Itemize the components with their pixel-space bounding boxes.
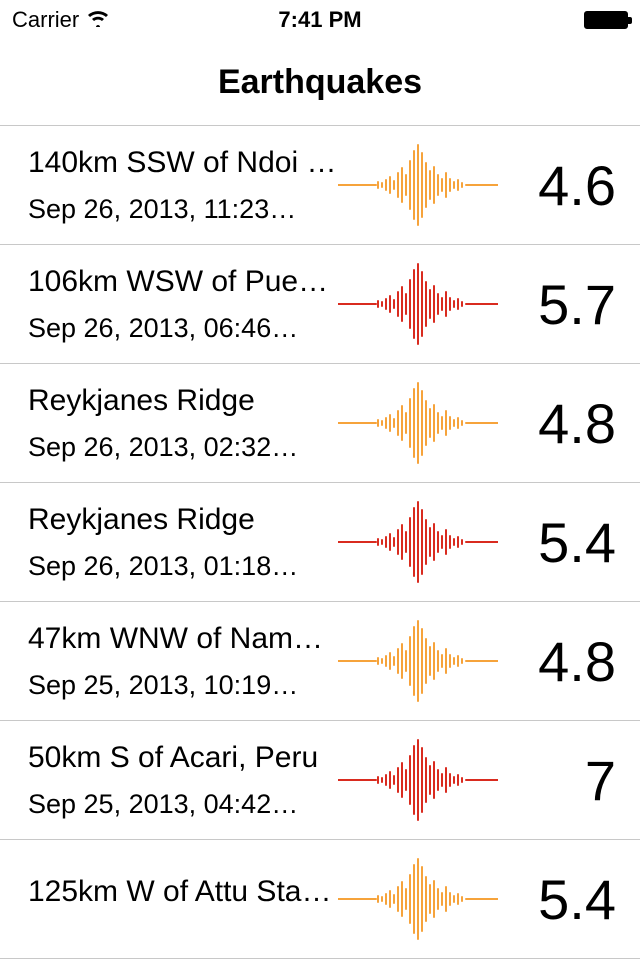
earthquake-location: 47km WNW of Namatana… (28, 622, 338, 656)
earthquake-date: Sep 25, 2013, 10:19… (28, 670, 338, 701)
earthquake-location: 140km SSW of Ndoi Islan… (28, 146, 338, 180)
seismic-wave-icon (338, 854, 498, 944)
table-row[interactable]: Reykjanes Ridge Sep 26, 2013, 01:18… 5.4 (0, 483, 640, 602)
row-text: Reykjanes Ridge Sep 26, 2013, 02:32… (28, 384, 338, 463)
earthquake-magnitude: 4.6 (498, 153, 626, 218)
table-row[interactable]: 50km S of Acari, Peru Sep 25, 2013, 04:42… (0, 721, 640, 840)
status-bar: Carrier 7:41 PM (0, 0, 640, 40)
row-text: 140km SSW of Ndoi Islan… Sep 26, 2013, 11… (28, 146, 338, 225)
carrier-label: Carrier (12, 7, 79, 33)
earthquake-location: 106km WSW of Puerto M… (28, 265, 338, 299)
wifi-icon (85, 7, 111, 33)
earthquake-magnitude: 5.4 (498, 510, 626, 575)
earthquake-location: Reykjanes Ridge (28, 384, 338, 418)
status-right (584, 11, 628, 29)
row-text: 50km S of Acari, Peru Sep 25, 2013, 04:42… (28, 741, 338, 820)
seismic-wave-icon (338, 735, 498, 825)
table-row[interactable]: 106km WSW of Puerto M… Sep 26, 2013, 06:4… (0, 245, 640, 364)
row-text: 47km WNW of Namatana… Sep 25, 2013, 10:19… (28, 622, 338, 701)
status-left: Carrier (12, 7, 111, 33)
earthquake-magnitude: 7 (498, 748, 626, 813)
earthquake-date: Sep 26, 2013, 02:32… (28, 432, 338, 463)
page-title: Earthquakes (218, 63, 422, 102)
earthquake-location: 50km S of Acari, Peru (28, 741, 338, 775)
seismic-wave-icon (338, 259, 498, 349)
table-row[interactable]: 125km W of Attu Station,… 5.4 (0, 840, 640, 959)
earthquake-list[interactable]: 140km SSW of Ndoi Islan… Sep 26, 2013, 11… (0, 126, 640, 959)
earthquake-magnitude: 4.8 (498, 629, 626, 694)
battery-icon (584, 11, 628, 29)
table-row[interactable]: 140km SSW of Ndoi Islan… Sep 26, 2013, 11… (0, 126, 640, 245)
earthquake-date: Sep 25, 2013, 04:42… (28, 789, 338, 820)
earthquake-magnitude: 5.7 (498, 272, 626, 337)
earthquake-date: Sep 26, 2013, 11:23… (28, 194, 338, 225)
seismic-wave-icon (338, 497, 498, 587)
nav-bar: Earthquakes (0, 40, 640, 126)
status-time: 7:41 PM (278, 7, 361, 33)
table-row[interactable]: 47km WNW of Namatana… Sep 25, 2013, 10:19… (0, 602, 640, 721)
seismic-wave-icon (338, 616, 498, 706)
earthquake-date: Sep 26, 2013, 01:18… (28, 551, 338, 582)
row-text: 106km WSW of Puerto M… Sep 26, 2013, 06:4… (28, 265, 338, 344)
table-row[interactable]: Reykjanes Ridge Sep 26, 2013, 02:32… 4.8 (0, 364, 640, 483)
earthquake-location: 125km W of Attu Station,… (28, 875, 338, 909)
earthquake-date: Sep 26, 2013, 06:46… (28, 313, 338, 344)
row-text: Reykjanes Ridge Sep 26, 2013, 01:18… (28, 503, 338, 582)
earthquake-magnitude: 4.8 (498, 391, 626, 456)
seismic-wave-icon (338, 378, 498, 468)
seismic-wave-icon (338, 140, 498, 230)
earthquake-magnitude: 5.4 (498, 867, 626, 932)
row-text: 125km W of Attu Station,… (28, 875, 338, 923)
earthquake-location: Reykjanes Ridge (28, 503, 338, 537)
